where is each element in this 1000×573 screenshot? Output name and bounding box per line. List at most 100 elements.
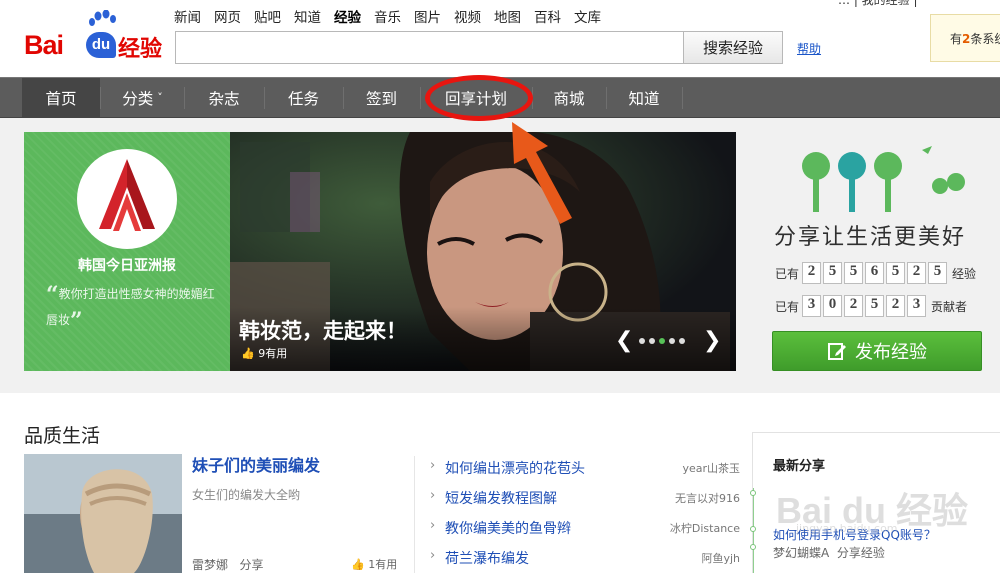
chevron-right-small-icon: › (430, 518, 436, 533)
stat-digit: 5 (865, 295, 885, 317)
top-nav-item[interactable]: 视频 (454, 6, 481, 26)
nav-separator (682, 87, 683, 109)
notice-prefix: 有 (950, 32, 963, 46)
nav-item-label: 分类 (122, 89, 154, 108)
top-nav-item[interactable]: 百科 (534, 6, 561, 26)
author-name[interactable]: 雷梦娜 (192, 558, 228, 572)
baidu-jingyan-logo[interactable]: Bai du 经验 (22, 8, 164, 64)
photo-likes-text: 9有用 (258, 347, 288, 360)
top-nav-item[interactable]: 贴吧 (254, 6, 281, 26)
list-item[interactable]: › 如何编出漂亮的花苞头 year山茶玉 (430, 458, 740, 478)
top-nav-item[interactable]: 文库 (574, 6, 601, 26)
stat-digit: 2 (886, 295, 906, 317)
nav-item[interactable]: 首页 (22, 78, 100, 117)
timeline-dot (750, 544, 756, 550)
nav-item[interactable]: 任务 (264, 78, 343, 117)
featured-article-desc: 女生们的编发大全哟 (192, 488, 301, 502)
nav-item-label: 签到 (365, 89, 397, 108)
nav-item[interactable]: 签到 (343, 78, 420, 117)
stat-digit: 5 (823, 262, 843, 284)
chevron-left-icon[interactable]: ❮ (615, 328, 633, 353)
user-links[interactable]: … | 我的经验 | (838, 0, 918, 8)
stat-digit: 0 (823, 295, 843, 317)
chevron-down-icon: ˅ (157, 91, 163, 104)
article-thumbnail[interactable] (24, 454, 182, 573)
list-item-title[interactable]: 荷兰瀑布编发 (445, 548, 529, 568)
stat-prefix: 已有 (775, 299, 800, 314)
top-nav-item[interactable]: 知道 (294, 6, 321, 26)
list-item[interactable]: › 短发编发教程图解 无言以对916 (430, 488, 740, 508)
publish-button[interactable]: 发布经验 (772, 331, 982, 371)
banner-slider[interactable]: 韩妆范，走起来！ 👍 9有用 ❮ ❯ (230, 132, 736, 371)
chevron-right-small-icon: › (430, 548, 436, 563)
stat-prefix: 已有 (775, 266, 800, 281)
slider-dot[interactable] (679, 338, 685, 344)
brand-logo (77, 149, 177, 249)
featured-article-title[interactable]: 妹子们的美丽编发 (192, 452, 320, 476)
logo-bai-text: Bai (24, 30, 64, 60)
top-nav-item[interactable]: 经验 (334, 6, 361, 26)
stat-digits: 302523 (802, 295, 928, 317)
slider-dot[interactable] (659, 338, 665, 344)
likes-text: 1有用 (368, 558, 398, 571)
list-item-author[interactable]: year山茶玉 (682, 460, 740, 476)
timeline-dot (750, 526, 756, 532)
stat-digit: 5 (928, 262, 948, 284)
publish-button-label: 发布经验 (855, 342, 927, 363)
author-action: 分享 (239, 558, 264, 572)
share-item-meta: 梦幻蝴蝶A 分享经验 (773, 544, 885, 561)
stat-digit: 2 (907, 262, 927, 284)
list-item[interactable]: › 教你编美美的鱼骨辫 冰柠Distance (430, 518, 740, 538)
slider-dot[interactable] (649, 338, 655, 344)
slider-dot[interactable] (669, 338, 675, 344)
top-nav-item[interactable]: 新闻 (174, 6, 201, 26)
share-item-action: 分享经验 (836, 546, 885, 560)
list-item-title[interactable]: 教你编美美的鱼骨辫 (445, 518, 571, 538)
list-item-author[interactable]: 冰柠Distance (670, 520, 740, 536)
stat-digit: 6 (865, 262, 885, 284)
stat-suffix: 贡献者 (931, 299, 968, 314)
search-button[interactable]: 搜索经验 (684, 31, 783, 64)
list-item-title[interactable]: 如何编出漂亮的花苞头 (445, 458, 585, 478)
list-item-title[interactable]: 短发编发教程图解 (445, 488, 557, 508)
slider-dots (639, 338, 685, 344)
top-nav: 新闻 网页 贴吧 知道 经验 音乐 图片 视频 地图 百科 文库 (174, 6, 614, 26)
photo-title[interactable]: 韩妆范，走起来！ (239, 315, 407, 345)
nav-item[interactable]: 商城 (532, 78, 606, 117)
stat-suffix: 经验 (952, 266, 977, 281)
top-nav-item[interactable]: 地图 (494, 6, 521, 26)
search-input[interactable] (175, 31, 684, 64)
nav-item[interactable]: 知道 (606, 78, 682, 117)
chevron-right-small-icon: › (430, 458, 436, 473)
help-link[interactable]: 帮助 (797, 40, 821, 57)
nav-item[interactable]: 杂志 (184, 78, 264, 117)
notice-suffix: 条系统 (970, 32, 1000, 46)
slider-dot[interactable] (639, 338, 645, 344)
top-nav-item[interactable]: 图片 (414, 6, 441, 26)
brand-panel[interactable]: 韩国今日亚洲报 “教你打造出性感女神的娩媚红唇妆” (24, 132, 242, 371)
annotation-circle (425, 75, 533, 121)
nav-item-label: 杂志 (208, 89, 240, 108)
bird-icon (922, 146, 932, 154)
stat-digit: 3 (802, 295, 822, 317)
quote-open-icon: “ (46, 282, 59, 308)
notification-popup[interactable]: 有2条系统 (930, 14, 1000, 62)
stat-contributors: 已有 302523 贡献者 (775, 295, 967, 317)
list-item-author[interactable]: 无言以对916 (675, 490, 740, 506)
watermark-sub: jingyan.baidu.com (796, 522, 898, 535)
nav-item[interactable]: 分类 ˅ (101, 78, 184, 117)
stat-digit: 2 (844, 295, 864, 317)
nav-item-label: 任务 (287, 89, 319, 108)
stat-digit: 5 (886, 262, 906, 284)
divider (414, 456, 415, 573)
share-item-author[interactable]: 梦幻蝴蝶A (773, 546, 829, 560)
list-item-author[interactable]: 阿鱼yjh (701, 550, 740, 566)
timeline-dot (750, 490, 756, 496)
list-item[interactable]: › 荷兰瀑布编发 阿鱼yjh (430, 548, 740, 568)
top-nav-item[interactable]: 网页 (214, 6, 241, 26)
chevron-right-icon[interactable]: ❯ (703, 328, 721, 353)
tree-icon (802, 146, 965, 212)
stat-digit: 2 (802, 262, 822, 284)
pencil-icon (828, 343, 846, 360)
top-nav-item[interactable]: 音乐 (374, 6, 401, 26)
